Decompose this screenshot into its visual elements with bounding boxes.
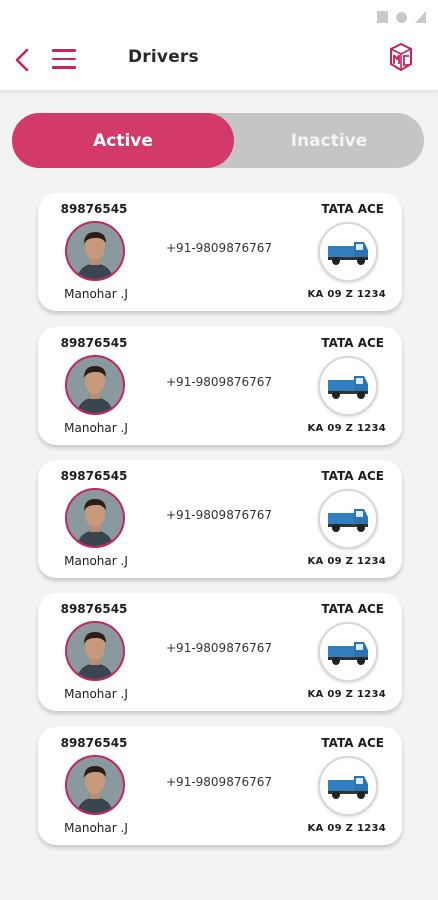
- truck-icon: [328, 776, 368, 799]
- driver-id: 89876545: [60, 736, 128, 750]
- driver-id: 89876545: [60, 336, 128, 350]
- driver-name: Manohar .J: [64, 821, 128, 835]
- vehicle-model: TATA ACE: [321, 602, 384, 616]
- driver-photo: [67, 623, 123, 679]
- vehicle-avatar: [318, 356, 378, 416]
- driver-photo: [67, 357, 123, 413]
- driver-name: Manohar .J: [64, 421, 128, 435]
- vehicle-model: TATA ACE: [321, 469, 384, 483]
- hamburger-menu-icon-line: [52, 49, 76, 52]
- driver-photo: [67, 757, 123, 813]
- vehicle-plate: KA 09 Z 1234: [307, 423, 386, 434]
- vehicle-model: TATA ACE: [321, 736, 384, 750]
- brand-logo-icon[interactable]: [386, 42, 416, 74]
- vehicle-model: TATA ACE: [321, 336, 384, 350]
- hamburger-menu-icon-line: [52, 57, 76, 61]
- driver-phone[interactable]: +91-9809876767: [166, 375, 272, 389]
- vehicle-plate: KA 09 Z 1234: [307, 289, 386, 300]
- driver-photo: [67, 223, 123, 279]
- tab-active[interactable]: Active: [12, 113, 234, 168]
- chevron-left-icon: [15, 48, 29, 72]
- network-icon: [415, 11, 426, 23]
- app-header: Drivers: [0, 34, 438, 90]
- driver-phone[interactable]: +91-9809876767: [166, 641, 272, 655]
- driver-id: 89876545: [60, 602, 128, 616]
- status-toggle: Active Inactive: [12, 113, 424, 168]
- driver-id: 89876545: [60, 202, 128, 216]
- status-bar: [0, 0, 438, 34]
- driver-id: 89876545: [60, 469, 128, 483]
- status-icons: [377, 11, 426, 23]
- driver-photo: [67, 490, 123, 546]
- vehicle-plate: KA 09 Z 1234: [307, 823, 386, 834]
- page-title: Drivers: [128, 47, 199, 67]
- vehicle-avatar: [318, 756, 378, 816]
- driver-avatar: [65, 755, 125, 815]
- vehicle-avatar: [318, 622, 378, 682]
- driver-name: Manohar .J: [64, 554, 128, 568]
- driver-card[interactable]: 89876545 Manohar .J +91-9809876767 TATA …: [38, 593, 402, 711]
- driver-card[interactable]: 89876545 Manohar .J +91-9809876767 TATA …: [38, 727, 402, 845]
- truck-icon: [328, 642, 368, 665]
- driver-avatar: [65, 621, 125, 681]
- truck-icon: [328, 509, 368, 532]
- driver-avatar: [65, 355, 125, 415]
- driver-name: Manohar .J: [64, 287, 128, 301]
- driver-name: Manohar .J: [64, 687, 128, 701]
- hamburger-menu-icon-line: [52, 66, 76, 69]
- vehicle-plate: KA 09 Z 1234: [307, 556, 386, 567]
- battery-icon: [377, 11, 388, 23]
- vehicle-model: TATA ACE: [321, 202, 384, 216]
- vehicle-avatar: [318, 489, 378, 549]
- tab-inactive[interactable]: Inactive: [234, 113, 424, 168]
- driver-card[interactable]: 89876545 Manohar .J +91-9809876767 TATA …: [38, 327, 402, 445]
- driver-card[interactable]: 89876545 Manohar .J +91-9809876767 TATA …: [38, 193, 402, 311]
- menu-button[interactable]: [52, 45, 80, 73]
- driver-phone[interactable]: +91-9809876767: [166, 508, 272, 522]
- signal-dot-icon: [396, 11, 407, 23]
- driver-phone[interactable]: +91-9809876767: [166, 241, 272, 255]
- driver-phone[interactable]: +91-9809876767: [166, 775, 272, 789]
- driver-avatar: [65, 221, 125, 281]
- driver-avatar: [65, 488, 125, 548]
- vehicle-plate: KA 09 Z 1234: [307, 689, 386, 700]
- back-button[interactable]: [10, 46, 34, 74]
- truck-icon: [328, 376, 368, 399]
- truck-icon: [328, 242, 368, 265]
- vehicle-avatar: [318, 222, 378, 282]
- driver-card[interactable]: 89876545 Manohar .J +91-9809876767 TATA …: [38, 460, 402, 578]
